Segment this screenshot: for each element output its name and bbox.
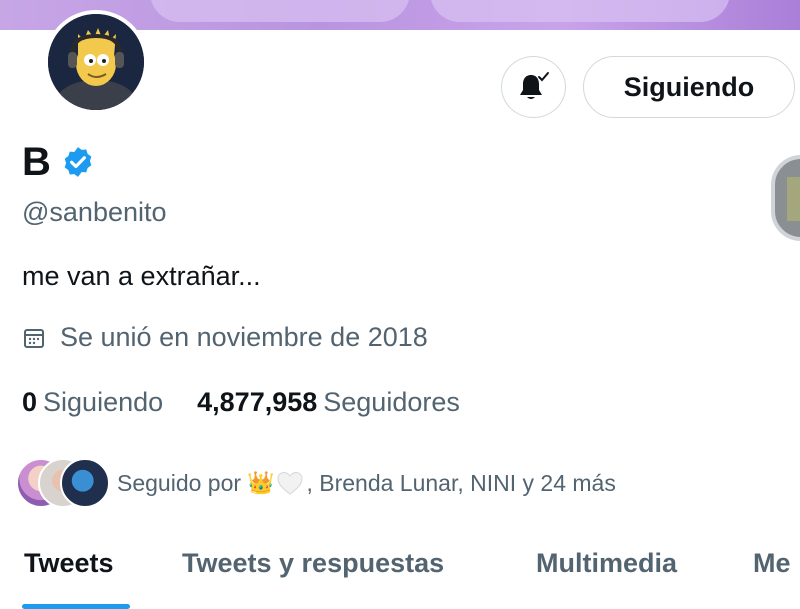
profile-stats: 0 Siguiendo 4,877,958 Seguidores [22,387,460,418]
profile-name-row: B [22,140,95,184]
avatar[interactable] [44,10,148,114]
following-count: 0 [22,387,38,417]
following-label: Siguiendo [43,387,164,417]
crown-emoji: 👑 [247,470,275,495]
following-button[interactable]: Siguiendo [583,56,795,118]
followers-stat[interactable]: 4,877,958 Seguidores [197,387,460,418]
join-date: Se unió en noviembre de 2018 [22,322,428,353]
active-tab-indicator [22,604,130,609]
followed-by-prefix: Seguido por [117,469,242,496]
followers-count: 4,877,958 [197,387,318,417]
profile-handle: @sanbenito [22,197,167,227]
display-name: B [22,140,51,184]
follower-avatar [60,458,110,508]
join-date-text: Se unió en noviembre de 2018 [60,322,428,352]
notifications-button[interactable] [501,56,566,118]
side-floating-button[interactable] [771,155,800,241]
tab-tweets-replies[interactable]: Tweets y respuestas [182,548,444,579]
profile-tabs: Tweets Tweets y respuestas Multimedia Me [0,520,800,609]
followers-label: Seguidores [323,387,460,417]
calendar-icon [24,328,44,348]
tab-media[interactable]: Multimedia [536,548,677,579]
followers-you-know-avatars [16,458,111,508]
following-stat[interactable]: 0 Siguiendo [22,387,163,418]
verified-badge-icon[interactable] [61,145,95,179]
followed-by-names: , Brenda Lunar, NINI y 24 más [306,469,616,496]
avatar-image [48,14,144,110]
white-heart-icon [277,471,303,495]
tab-likes[interactable]: Me [753,548,791,579]
followed-by[interactable]: Seguido por 👑 , Brenda Lunar, NINI y 24 … [16,458,616,508]
bell-check-icon [519,72,549,99]
tab-tweets[interactable]: Tweets [24,548,114,579]
profile-bio: me van a extrañar... [22,261,261,291]
